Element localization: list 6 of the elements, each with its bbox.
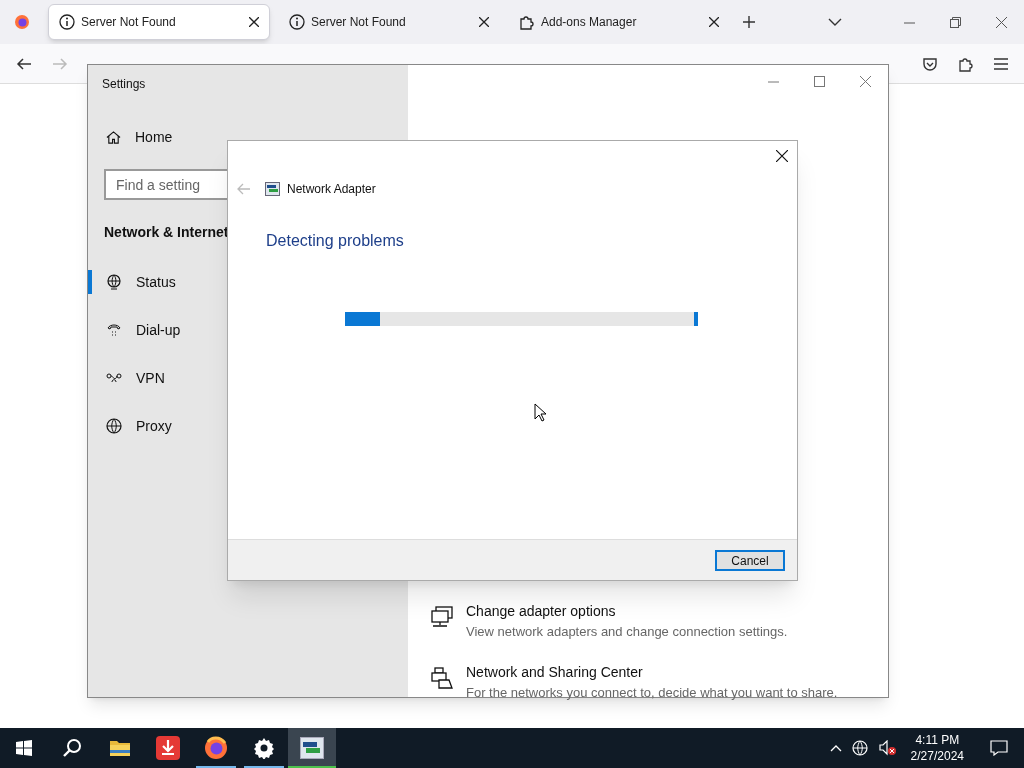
section-title: Network & Internet [104, 223, 229, 242]
dialog-title: Network Adapter [287, 181, 376, 198]
window-title: Settings [101, 76, 147, 93]
link-description: View network adapters and change connection settings. [466, 623, 788, 641]
dialog-heading: Detecting problems [265, 231, 405, 251]
link-description: For the networks you connect to, decide what you want to share. [466, 683, 838, 702]
